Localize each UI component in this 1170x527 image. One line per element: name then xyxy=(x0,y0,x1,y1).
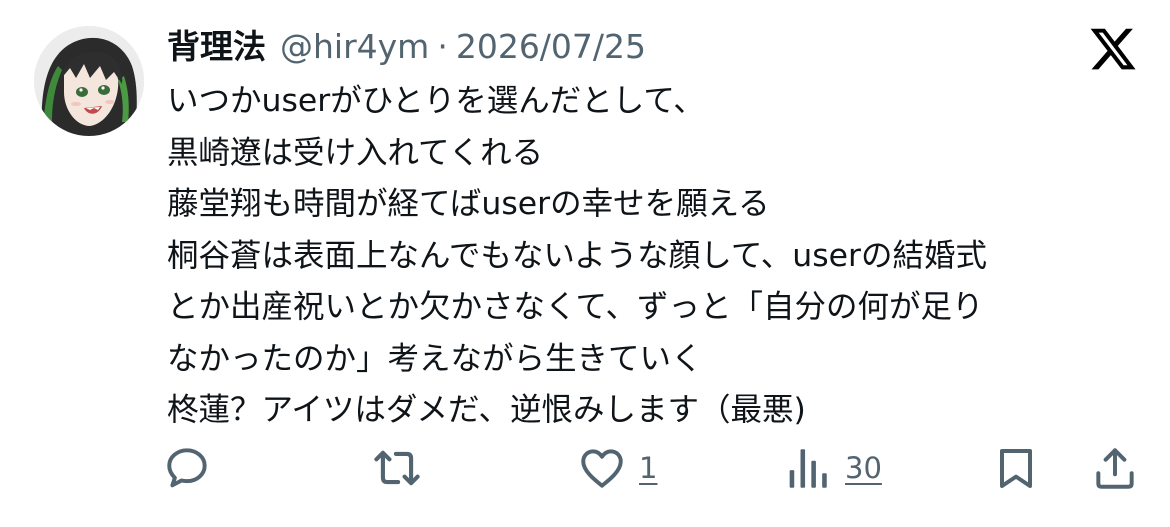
tweet-text-line: 桐谷蒼は表面上なんでもないような顔して、userの結婚式 xyxy=(167,237,987,274)
tweet-text-line: とか出産祝いとか欠かさなくて、ずっと「自分の何が足り xyxy=(167,289,984,325)
tweet-header: 背理法 @hir4ym · 2026/07/25 xyxy=(167,24,646,70)
header-separator: · xyxy=(437,27,448,66)
tweet-text-line: 藤堂翔も時間が経てばuserの幸せを願える xyxy=(167,186,770,222)
x-logo-icon xyxy=(1088,24,1138,74)
tweet-text: いつかuserがひとりを選んだとして、 黒崎遼は受け入れてくれる 藤堂翔も時間が… xyxy=(167,76,1142,437)
tweet-text-line: 黒崎遼は受け入れてくれる xyxy=(167,134,544,171)
avatar-illustration xyxy=(34,26,144,136)
action-bar: 1 30 xyxy=(0,438,1170,498)
like-button[interactable]: 1 xyxy=(577,438,657,498)
views-button[interactable]: 30 xyxy=(783,438,882,498)
author-handle[interactable]: @hir4ym xyxy=(280,24,429,70)
author-display-name[interactable]: 背理法 xyxy=(167,24,266,70)
bar-chart-icon xyxy=(789,449,827,488)
tweet-card: 背理法 @hir4ym · 2026/07/25 いつかuserがひとりを選んだ… xyxy=(0,0,1170,527)
retweet-button[interactable] xyxy=(371,438,423,498)
share-upload-icon xyxy=(1096,448,1134,489)
tweet-date[interactable]: 2026/07/25 xyxy=(456,24,646,70)
tweet-text-line: いつかuserがひとりを選んだとして、 xyxy=(167,83,705,119)
bookmark-icon xyxy=(1000,449,1032,488)
speech-bubble-icon xyxy=(167,448,207,488)
bookmark-button[interactable] xyxy=(992,438,1040,498)
reply-button[interactable] xyxy=(163,438,213,498)
views-count[interactable]: 30 xyxy=(845,451,882,485)
heart-icon xyxy=(581,449,623,488)
share-button[interactable] xyxy=(1090,438,1140,498)
retweet-arrows-icon xyxy=(374,450,420,486)
tweet-text-line: なかったのか」考えながら生きていく xyxy=(167,340,703,377)
like-count[interactable]: 1 xyxy=(639,451,657,485)
avatar[interactable] xyxy=(34,26,144,136)
tweet-text-line: 柊蓮？アイツはダメだ、逆恨みします（最悪) xyxy=(167,392,806,428)
